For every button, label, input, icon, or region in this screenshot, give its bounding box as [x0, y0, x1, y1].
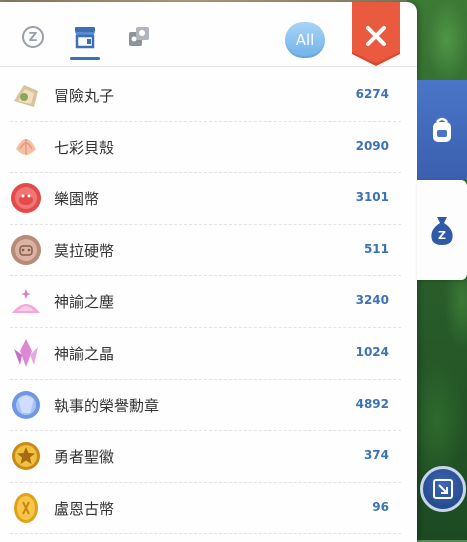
close-icon [352, 2, 400, 66]
zeny-bag-icon: Z [431, 217, 453, 245]
currency-list: 冒險丸子 6274 七彩貝殼 2090 樂園幣 3101 莫拉硬幣 511 神諭… [0, 70, 417, 535]
currency-panel: Z All 冒險丸子 6274 七彩貝殼 2090 樂園幣 3101 莫拉硬幣 … [0, 2, 417, 542]
item-count: 6274 [355, 87, 389, 101]
expand-icon [433, 479, 453, 499]
item-count: 3240 [355, 293, 389, 308]
tab-zeny[interactable]: Z [16, 20, 50, 54]
list-item[interactable]: 七彩貝殼 2090 [10, 122, 401, 174]
item-name: 神諭之晶 [54, 344, 115, 363]
item-count: 4892 [355, 396, 389, 411]
list-item[interactable]: 盧恩古幣 96 [10, 483, 401, 535]
item-count: 511 [363, 241, 389, 256]
tab-trade[interactable] [122, 20, 156, 54]
item-name: 七彩貝殼 [54, 138, 115, 157]
expand-button[interactable] [420, 466, 466, 512]
mora-coin-icon [11, 234, 41, 265]
item-count: 1024 [355, 344, 389, 359]
zeny-bag-side-button[interactable]: Z [417, 180, 467, 280]
item-count: 3101 [355, 190, 389, 205]
rune-coin-icon [14, 492, 38, 523]
oracle-dust-icon [12, 289, 40, 314]
item-name: 樂園幣 [54, 190, 100, 209]
item-name: 神諭之塵 [54, 293, 115, 312]
item-name: 勇者聖徽 [54, 448, 115, 467]
item-name: 盧恩古幣 [54, 499, 115, 518]
list-item[interactable]: 樂園幣 3101 [10, 173, 401, 225]
shell-icon [16, 138, 36, 155]
backpack-icon [433, 117, 451, 142]
trade-icon [129, 27, 149, 46]
list-item[interactable]: 執事的榮譽勳章 4892 [10, 380, 401, 432]
item-count: 2090 [355, 138, 389, 153]
list-item[interactable]: 神諭之晶 1024 [10, 328, 401, 380]
close-button[interactable] [350, 2, 402, 68]
item-name: 執事的榮譽勳章 [54, 396, 160, 415]
list-item[interactable]: 冒險丸子 6274 [10, 70, 401, 122]
hero-emblem-icon [12, 442, 40, 471]
list-item[interactable]: 勇者聖徽 374 [10, 431, 401, 483]
paradise-coin-icon [11, 183, 41, 214]
list-item[interactable]: 莫拉硬幣 511 [10, 225, 401, 277]
tab-shop[interactable] [68, 20, 102, 60]
item-count: 96 [372, 499, 389, 514]
item-count: 374 [363, 448, 389, 463]
zeny-icon: Z [22, 26, 44, 48]
item-name: 莫拉硬幣 [54, 241, 115, 260]
dango-icon [14, 85, 38, 107]
shop-icon [75, 27, 95, 49]
all-filter-button[interactable]: All [285, 22, 325, 58]
list-item[interactable]: 神諭之塵 3240 [10, 276, 401, 328]
item-name: 冒險丸子 [54, 87, 115, 105]
active-tab-indicator [70, 57, 100, 60]
inventory-side-button[interactable] [417, 80, 467, 180]
zeny-bag-glyph: Z [438, 229, 446, 242]
butler-medal-icon [12, 390, 40, 419]
oracle-crystal-icon [14, 338, 38, 367]
tab-bar: Z All [0, 2, 417, 67]
